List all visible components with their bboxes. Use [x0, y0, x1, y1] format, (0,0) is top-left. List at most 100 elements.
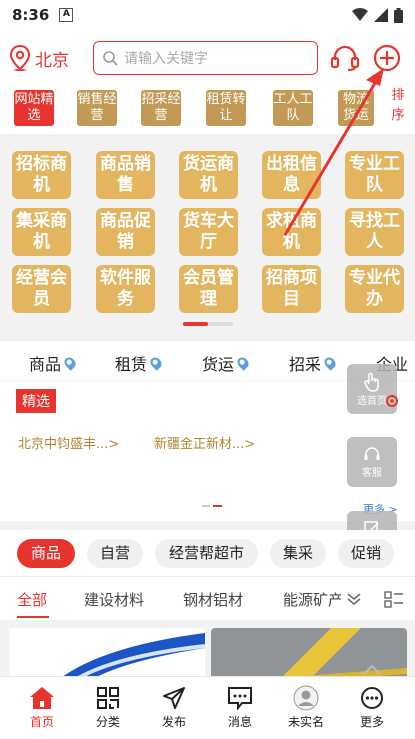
channel-tab[interactable]: 货运: [202, 351, 251, 375]
featured-page-indicator: [202, 505, 222, 507]
pill-self-operated[interactable]: 自营: [87, 539, 143, 568]
content-tabs: 全部 建设材料 钢材铝材 能源矿产: [0, 576, 415, 620]
active-tab-underline: [17, 616, 49, 618]
location-pin-icon: [148, 355, 164, 371]
city-label: 北京: [35, 50, 69, 71]
list-view-icon[interactable]: [384, 591, 404, 609]
headset-icon: [364, 446, 380, 460]
sort-label: 排序: [391, 88, 405, 123]
nav-publish-label: 发布: [161, 715, 186, 729]
nav-more-label: 更多: [359, 715, 384, 729]
grid-item[interactable]: 商品促销: [96, 208, 155, 256]
search-placeholder: 请输入关键字: [124, 51, 208, 67]
nav-messages-label: 消息: [227, 715, 252, 729]
tab-all[interactable]: 全部: [17, 589, 47, 610]
channel-tab-label: 货运: [202, 355, 235, 374]
category-chip-workers[interactable]: 工人工队: [273, 90, 313, 126]
product-image: [9, 628, 205, 676]
notification-icon: A: [59, 8, 74, 22]
channel-tab[interactable]: 招采: [289, 351, 338, 375]
top-header: 北京 请输入关键字: [0, 30, 415, 86]
wifi-icon: [352, 8, 368, 21]
product-card[interactable]: [9, 628, 205, 676]
nav-category[interactable]: 分类: [78, 683, 138, 730]
grid-page-indicator-active: [183, 322, 208, 326]
featured-badge: 精选: [16, 389, 56, 413]
filter-pills: 商品 自营 经营帮超市 集采 促销: [0, 530, 415, 576]
grid-item[interactable]: 软件服务: [96, 265, 155, 313]
city-selector[interactable]: 北京: [10, 45, 69, 71]
home-icon: [30, 687, 54, 709]
channel-tab[interactable]: 商品: [29, 351, 78, 375]
pill-group-buy[interactable]: 集采: [270, 539, 326, 568]
add-circle-icon[interactable]: [373, 44, 401, 72]
grid-item[interactable]: 招商项目: [262, 265, 321, 313]
search-input[interactable]: 请输入关键字: [93, 41, 318, 75]
more-icon: [361, 687, 383, 709]
nav-home[interactable]: 首页: [12, 683, 72, 730]
chevron-down-icon[interactable]: [346, 592, 362, 606]
message-icon: [228, 687, 252, 710]
qr-icon: [97, 687, 119, 709]
bottom-navigation: 首页 分类 发布 消息 未实名 更多: [0, 676, 415, 739]
battery-icon: [394, 7, 403, 23]
location-pin-icon: [62, 355, 78, 371]
status-bar: 8:36 A: [0, 0, 415, 30]
grid-item[interactable]: 招标商机: [12, 151, 71, 199]
category-chip-logistics[interactable]: 物流货运: [338, 90, 374, 126]
scroll-top-chevron-icon[interactable]: [362, 664, 382, 676]
nav-publish[interactable]: 发布: [144, 683, 204, 730]
location-pin-icon: [322, 355, 338, 371]
grid-item[interactable]: 会员管理: [179, 265, 238, 313]
customer-service-label: 客服: [362, 467, 382, 479]
featured-item[interactable]: 北京中钧盛丰...>: [18, 433, 119, 452]
channel-tab-label: 租赁: [115, 355, 148, 374]
grid-item[interactable]: 经营会员: [12, 265, 71, 313]
grid-item[interactable]: 专业代办: [345, 265, 404, 313]
grid-item[interactable]: 货车大厅: [179, 208, 238, 256]
grid-item[interactable]: 货运商机: [179, 151, 238, 199]
category-chip-featured[interactable]: 网站精选: [14, 90, 54, 126]
nav-profile-label: 未实名: [287, 715, 324, 729]
pill-promotion[interactable]: 促销: [338, 539, 394, 568]
nav-home-label: 首页: [29, 715, 54, 729]
user-icon: [293, 685, 319, 711]
pill-supermarket[interactable]: 经营帮超市: [155, 539, 258, 568]
category-bar: 网站精选 销售经营 招采经营 租赁转让 工人工队 物流货运 排序: [0, 86, 415, 134]
hand-icon: [364, 372, 379, 392]
location-pin-icon: [235, 355, 251, 371]
tab-steel-aluminum[interactable]: 钢材铝材: [183, 589, 243, 610]
search-icon: [103, 51, 118, 66]
grid-item[interactable]: 专业工队: [345, 151, 404, 199]
grid-page-indicator: [183, 322, 233, 326]
category-chip-leasing[interactable]: 租赁转让: [206, 90, 246, 126]
category-chip-procurement[interactable]: 招采经营: [141, 90, 181, 126]
channel-tab[interactable]: 租赁: [115, 351, 164, 375]
send-icon: [163, 687, 185, 709]
category-chip-sales[interactable]: 销售经营: [77, 90, 117, 126]
grid-item[interactable]: 寻找工人: [345, 208, 404, 256]
featured-item[interactable]: 新疆金正新材...>: [154, 433, 255, 452]
nav-more[interactable]: 更多: [342, 683, 402, 730]
tab-energy-minerals[interactable]: 能源矿产: [283, 589, 341, 610]
feature-grid: 招标商机 商品销售 货运商机 出租信息 专业工队 集采商机 商品促销 货车大厅 …: [0, 140, 415, 338]
status-icons: [352, 7, 403, 23]
headset-icon[interactable]: [330, 44, 360, 72]
nav-profile[interactable]: 未实名: [276, 683, 336, 730]
signal-icon: [374, 8, 388, 22]
product-grid: [0, 620, 415, 676]
grid-item[interactable]: 出租信息: [262, 151, 321, 199]
sort-button[interactable]: 排序: [383, 86, 413, 126]
customer-service-button[interactable]: 客服: [347, 437, 397, 487]
nav-messages[interactable]: 消息: [210, 683, 270, 730]
status-time: 8:36: [12, 6, 50, 24]
pill-goods[interactable]: 商品: [17, 539, 75, 568]
grid-item[interactable]: 求租商机: [262, 208, 321, 256]
grid-item[interactable]: 商品销售: [96, 151, 155, 199]
channel-tab-label: 商品: [29, 355, 62, 374]
location-pin-icon: [10, 45, 30, 71]
settings-gear-icon: [386, 395, 398, 407]
grid-item[interactable]: 集采商机: [12, 208, 71, 256]
tab-building-materials[interactable]: 建设材料: [84, 589, 144, 610]
set-homepage-label: 选首页: [357, 395, 387, 407]
